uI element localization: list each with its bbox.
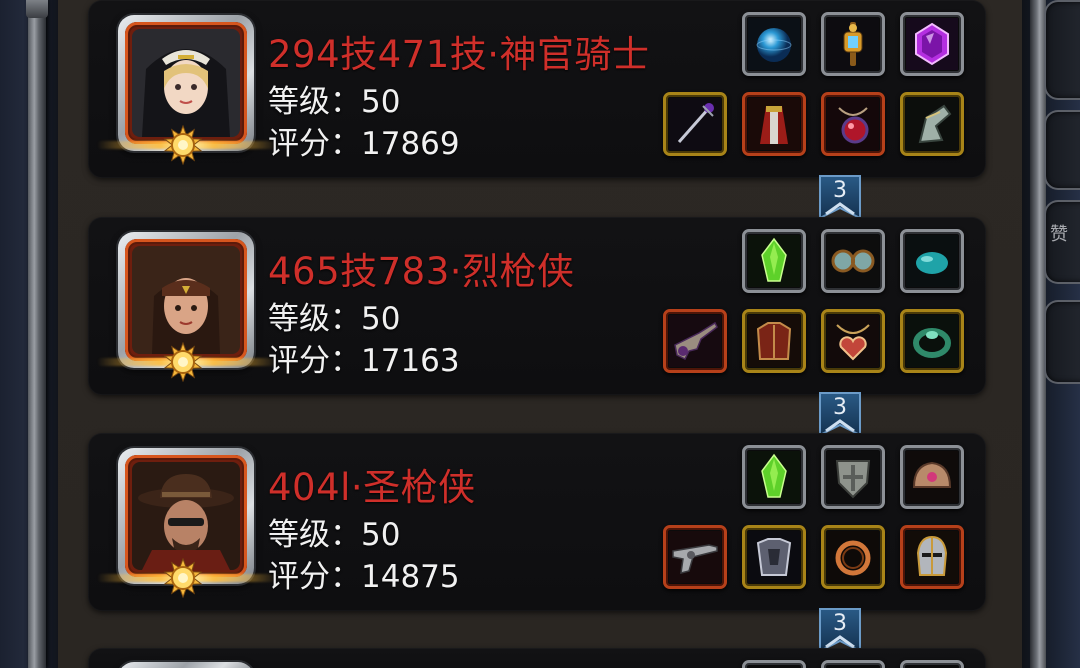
equipment-slot[interactable]	[663, 525, 727, 589]
equipment-slot[interactable]	[742, 92, 806, 156]
knight-helmet-icon	[906, 531, 958, 583]
character-score: 评分：17869	[268, 126, 460, 162]
character-portrait-partial[interactable]	[118, 662, 254, 668]
side-tab-3[interactable]: 赞	[1044, 200, 1080, 284]
side-tab-label: 赞	[1050, 224, 1068, 245]
red-robe-icon	[748, 98, 800, 150]
bandana-gunner-portrait	[132, 246, 240, 354]
pistol-blade-icon	[669, 315, 721, 367]
character-name: 294技471技·神官骑士	[268, 33, 650, 76]
side-tab-4[interactable]	[1044, 300, 1080, 384]
left-frame-border	[0, 0, 58, 668]
character-name: 404l·圣枪侠	[268, 466, 476, 509]
equipment-slot[interactable]	[663, 309, 727, 373]
goggles-icon	[827, 235, 879, 287]
character-level: 等级：50	[268, 517, 401, 553]
rank-emblem-icon	[97, 341, 277, 383]
shoulder-pad-icon	[906, 451, 958, 503]
link-count-badge[interactable]: 3	[818, 174, 862, 220]
copper-ring-icon	[827, 531, 879, 583]
equipment-slot[interactable]	[663, 92, 727, 156]
plate-armor-icon	[748, 531, 800, 583]
equipment-slot[interactable]	[900, 660, 964, 668]
green-crystal-icon	[748, 451, 800, 503]
link-count: 3	[833, 395, 847, 420]
equipment-slot[interactable]	[900, 229, 964, 293]
link-count-badge[interactable]: 3	[818, 607, 862, 653]
equipment-slot[interactable]	[742, 229, 806, 293]
equipment-slot[interactable]	[742, 525, 806, 589]
link-count-badge[interactable]: 3	[818, 391, 862, 437]
equipment-slot[interactable]	[900, 92, 964, 156]
cowboy-gunner-portrait	[132, 462, 240, 570]
jade-ring-icon	[906, 315, 958, 367]
equipment-slot[interactable]	[900, 309, 964, 373]
gauntlet-icon	[906, 98, 958, 150]
link-count: 3	[833, 611, 847, 636]
equipment-slot[interactable]	[742, 309, 806, 373]
character-level: 等级：50	[268, 84, 401, 120]
equipment-slot[interactable]	[900, 525, 964, 589]
side-tab-2[interactable]	[1044, 110, 1080, 190]
teal-stone-icon	[906, 235, 958, 287]
link-count: 3	[833, 178, 847, 203]
golden-lantern-icon	[827, 18, 879, 70]
equipment-slot[interactable]	[821, 445, 885, 509]
rank-emblem-icon	[97, 557, 277, 599]
character-level: 等级：50	[268, 301, 401, 337]
equipment-slot[interactable]	[821, 525, 885, 589]
leather-armor-icon	[748, 315, 800, 367]
crimson-amulet-icon	[827, 98, 879, 150]
equipment-slot[interactable]	[821, 309, 885, 373]
equipment-slot[interactable]	[742, 445, 806, 509]
purple-gem-icon	[906, 18, 958, 70]
green-crystal-icon	[748, 235, 800, 287]
equipment-slot[interactable]	[821, 12, 885, 76]
rank-emblem-icon	[97, 124, 277, 166]
equipment-slot[interactable]	[742, 660, 806, 668]
equipment-slot[interactable]	[900, 12, 964, 76]
cross-shield-icon	[827, 451, 879, 503]
equipment-slot[interactable]	[900, 445, 964, 509]
equipment-slot[interactable]	[742, 12, 806, 76]
blue-orb-icon	[748, 18, 800, 70]
heart-necklace-icon	[827, 315, 879, 367]
character-name: 465技783·烈枪侠	[268, 250, 575, 293]
equipment-slot[interactable]	[821, 229, 885, 293]
staff-weapon-icon	[669, 98, 721, 150]
revolver-icon	[669, 531, 721, 583]
game-screen: 赞 294技471技·神官骑士 等级：50 评分：17869 3 465技783…	[0, 0, 1080, 668]
equipment-slot[interactable]	[821, 660, 885, 668]
equipment-slot[interactable]	[821, 92, 885, 156]
side-tab-1[interactable]	[1044, 0, 1080, 100]
nun-portrait	[132, 29, 240, 137]
character-score: 评分：14875	[268, 559, 460, 595]
character-score: 评分：17163	[268, 343, 460, 379]
